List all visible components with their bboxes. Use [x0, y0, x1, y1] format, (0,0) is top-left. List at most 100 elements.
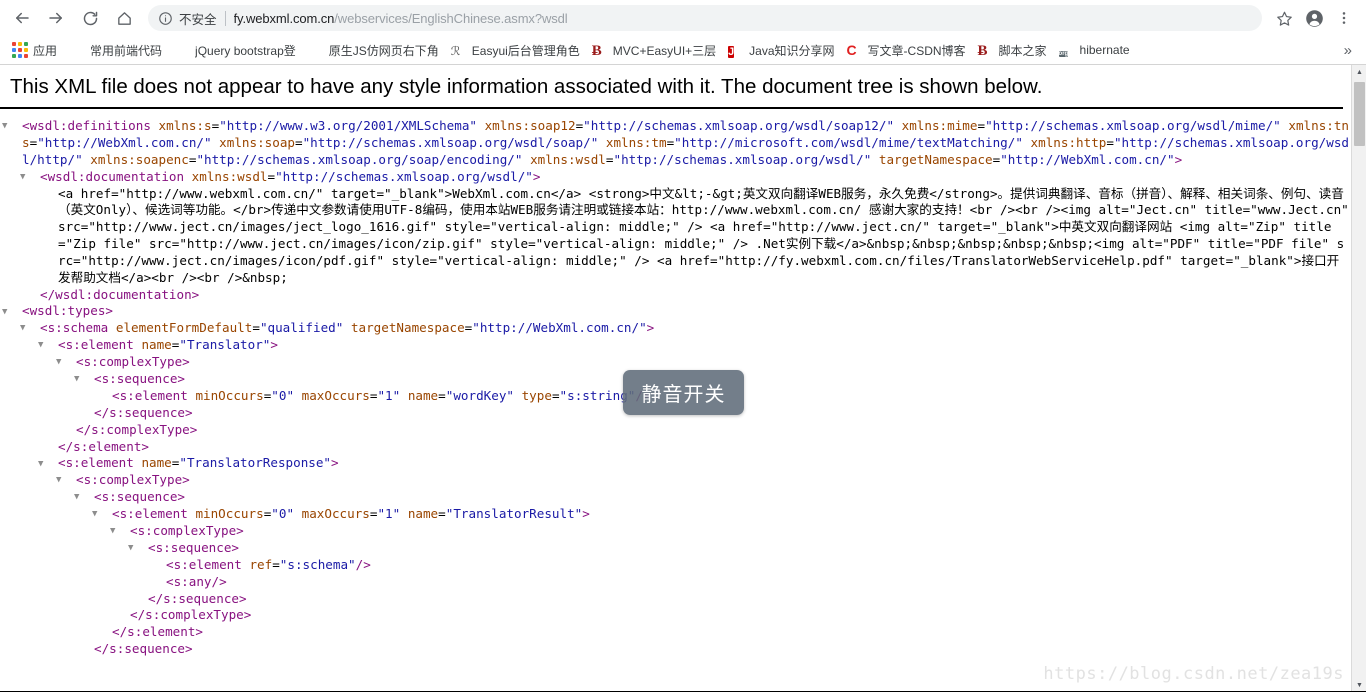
address-bar[interactable]: 不安全 fy.webxml.com.cn/webservices/English…: [148, 5, 1262, 31]
xml-line: </s:element>: [8, 439, 1351, 456]
xml-punc: >: [141, 438, 150, 454]
xml-line: <s:element ref="s:schema"/>: [8, 557, 1351, 574]
collapse-triangle-icon[interactable]: ▼: [2, 118, 21, 135]
bookmark-item[interactable]: C 写文章-CSDN博客: [841, 39, 972, 61]
xml-tag: s:element: [65, 455, 134, 471]
forward-button[interactable]: [42, 4, 70, 32]
xml-tag: s:complexType: [83, 472, 183, 488]
xml-punc: >: [239, 590, 247, 606]
xml-punc: <: [40, 320, 48, 336]
xml-line: ▼ <s:element minOccurs="0" maxOccurs="1" …: [8, 506, 1351, 523]
bookmark-item[interactable]: 原生JS仿网页右下角: [302, 39, 445, 61]
xml-punc: </: [76, 421, 92, 437]
bookmark-label: hibernate: [1079, 43, 1130, 57]
collapse-triangle-icon[interactable]: ▼: [38, 456, 57, 473]
mute-switch-tooltip[interactable]: 静音开关: [623, 370, 744, 415]
xml-txt: =: [438, 388, 446, 404]
xml-attr: ref: [249, 556, 273, 572]
xml-txt: [871, 152, 879, 167]
bookmark-item[interactable]: 常用前端代码: [63, 39, 168, 61]
xml-attr: xmlns:wsdl: [191, 168, 268, 184]
xml-attr: targetNamespace: [878, 151, 993, 167]
xml-punc: >: [532, 168, 541, 184]
xml-line: </s:sequence>: [8, 591, 1351, 608]
xml-line: <s:any/>: [8, 574, 1351, 591]
xml-txt: [1023, 135, 1031, 150]
c-letter-icon: C: [846, 42, 857, 58]
collapse-triangle-icon[interactable]: ▼: [74, 371, 93, 388]
collapse-triangle-icon[interactable]: ▼: [128, 540, 147, 557]
bookmark-item[interactable]: J Java知识分享网: [722, 39, 840, 61]
xml-tag: s:sequence: [109, 404, 185, 420]
xml-line: ▼ <s:element name="TranslatorResponse">: [8, 455, 1351, 472]
xml-punc: </: [40, 286, 56, 302]
xml-txt: =: [438, 506, 446, 522]
collapse-triangle-icon[interactable]: ▼: [20, 320, 39, 337]
bookmark-item[interactable]: Ƀ MVC+EasyUI+三层: [586, 39, 722, 61]
xml-attr: type: [521, 388, 552, 404]
script-icon: ℛ: [450, 44, 461, 58]
xml-line: ▼ <s:sequence>: [8, 489, 1351, 506]
red-circle-icon: [174, 42, 190, 58]
page-scrollbar[interactable]: ▲ ▼: [1351, 65, 1366, 692]
profile-avatar-icon[interactable]: [1300, 4, 1328, 32]
xml-val: "http://schemas.xmlsoap.org/wsdl/": [613, 151, 872, 167]
url-path: /webservices/EnglishChinese.asmx?wsdl: [334, 10, 568, 26]
url-text[interactable]: fy.webxml.com.cn/webservices/EnglishChin…: [234, 11, 568, 26]
xml-val: "Translator": [179, 337, 271, 353]
xml-punc: >: [185, 641, 193, 657]
xml-txt: [400, 506, 408, 521]
xml-tag: s:element: [73, 438, 142, 454]
collapse-triangle-icon[interactable]: ▼: [38, 337, 57, 354]
xml-attr: name: [141, 455, 172, 471]
xml-tag: wsdl:documentation: [55, 286, 192, 302]
collapse-triangle-icon[interactable]: ▼: [110, 523, 129, 540]
xml-line: ▼ <s:schema elementFormDefault="qualified…: [8, 320, 1351, 337]
bookmark-item[interactable]: Ƀ 脚本之家: [972, 39, 1053, 61]
xml-tag: s:sequence: [101, 489, 178, 505]
xml-txt: =: [267, 168, 276, 184]
xml-line: ▼ <wsdl:definitions xmlns:s="http://www.w…: [2, 118, 1351, 169]
xml-txt: =: [272, 556, 280, 572]
xml-txt: [477, 118, 485, 133]
xml-line: </s:complexType>: [8, 607, 1351, 624]
back-button[interactable]: [8, 4, 36, 32]
bookmark-item[interactable]: ℛ Easyui后台管理角色: [445, 39, 586, 61]
collapse-triangle-icon[interactable]: ▼: [2, 304, 21, 321]
xml-tag: s:complexType: [91, 421, 190, 437]
xml-tag: s:complexType: [83, 354, 183, 370]
bookmark-item[interactable]: jQuery bootstrap登: [168, 39, 302, 61]
scroll-down-arrow[interactable]: ▼: [1352, 678, 1366, 692]
xml-punc: >: [646, 320, 655, 336]
scroll-up-arrow[interactable]: ▲: [1352, 65, 1366, 80]
bookmark-item[interactable]: org hibernate: [1053, 39, 1136, 61]
home-button[interactable]: [110, 4, 138, 32]
bookmark-item[interactable]: 应用: [6, 39, 63, 61]
bookmark-star-icon[interactable]: [1270, 4, 1298, 32]
collapse-triangle-icon[interactable]: ▼: [56, 354, 75, 371]
xml-attr: xmlns:s: [158, 118, 212, 133]
xml-tag: s:sequence: [163, 590, 239, 606]
reload-button[interactable]: [76, 4, 104, 32]
info-circle-icon[interactable]: [158, 11, 173, 26]
xml-tag: wsdl:types: [29, 303, 106, 319]
xml-punc: >: [177, 489, 186, 505]
bookmarks-overflow-icon[interactable]: »: [1336, 42, 1360, 59]
xml-tag: s:element: [65, 337, 134, 353]
xml-val: "TranslatorResponse": [179, 455, 332, 471]
xml-punc: >: [582, 506, 590, 522]
xml-txt: [598, 135, 606, 150]
j-letter-icon: J: [728, 46, 735, 58]
browser-menu-icon[interactable]: [1330, 4, 1358, 32]
collapse-triangle-icon[interactable]: ▼: [56, 472, 75, 489]
xml-txt: [400, 388, 408, 403]
xml-line: </wsdl:documentation>: [8, 287, 1351, 304]
collapse-triangle-icon[interactable]: ▼: [92, 506, 111, 523]
scrollbar-thumb[interactable]: [1354, 82, 1365, 146]
xml-punc: <: [22, 303, 30, 319]
collapse-triangle-icon[interactable]: ▼: [20, 169, 39, 186]
xml-attr: maxOccurs: [301, 506, 370, 522]
xml-txt: [294, 388, 302, 403]
collapse-triangle-icon[interactable]: ▼: [74, 489, 93, 506]
xml-attr: elementFormDefault: [115, 320, 253, 336]
